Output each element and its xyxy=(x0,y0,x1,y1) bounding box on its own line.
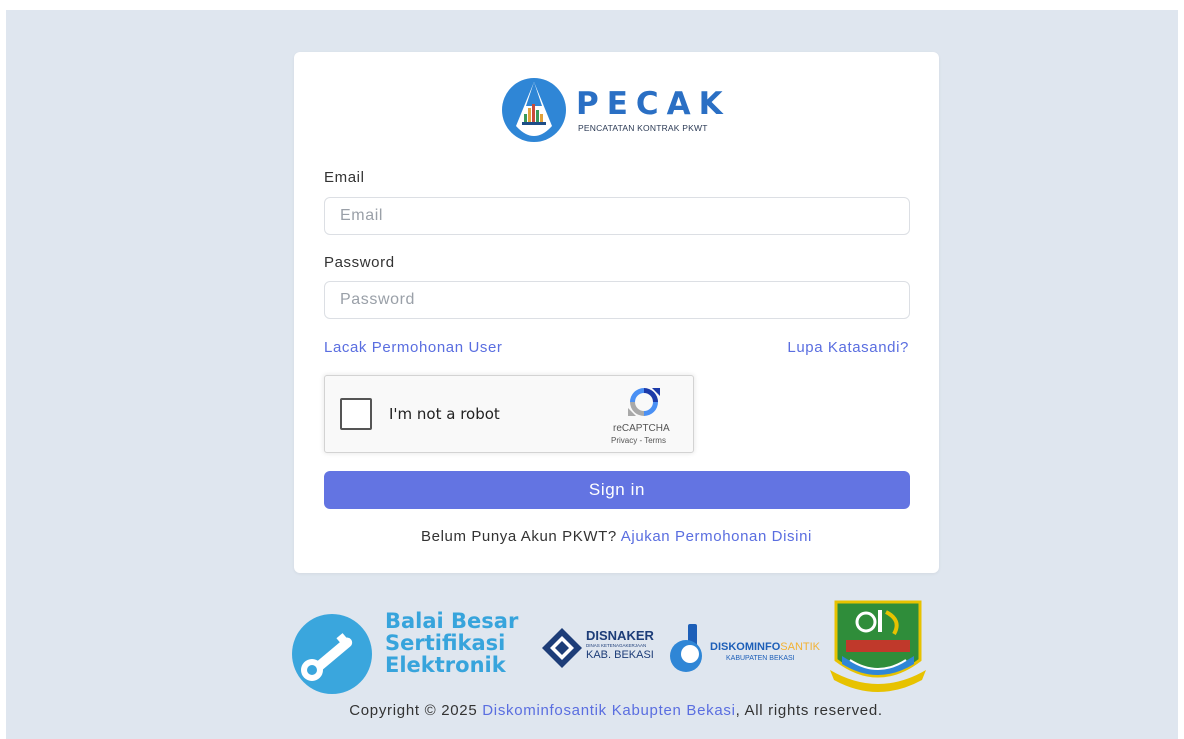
password-input[interactable] xyxy=(324,281,910,319)
copyright-link[interactable]: Diskominfosantik Kabupten Bekasi xyxy=(482,702,735,719)
email-input[interactable] xyxy=(324,197,910,235)
email-label: Email xyxy=(324,169,365,186)
sign-in-button[interactable]: Sign in xyxy=(324,471,910,509)
key-icon xyxy=(292,614,372,694)
bsre-name: Balai Besar Sertifikasi Elektronik xyxy=(385,609,519,677)
recaptcha-checkbox[interactable] xyxy=(340,398,372,430)
recaptcha-brand: reCAPTCHA xyxy=(613,423,670,434)
partner-logos: Balai Besar Sertifikasi Elektronik DISNA… xyxy=(288,598,928,698)
disnaker-region: KAB. BEKASI xyxy=(586,649,654,661)
copyright-prefix: Copyright © 2025 xyxy=(349,702,478,719)
copyright-footer: Copyright © 2025 Diskominfosantik Kabupt… xyxy=(0,702,1184,719)
disnaker-name: DISNAKER xyxy=(586,628,654,643)
signup-link[interactable]: Ajukan Permohonan Disini xyxy=(621,528,812,545)
password-label: Password xyxy=(324,254,395,271)
diskominfo-region: KABUPATEN BEKASI xyxy=(726,655,795,662)
recaptcha-terms-link[interactable]: Privacy - Terms xyxy=(611,436,666,445)
recaptcha-widget: I'm not a robot reCAPTCHA Privacy - Term… xyxy=(324,375,694,453)
login-card: PECAK PENCATATAN KONTRAK PKWT Email Pass… xyxy=(294,52,939,573)
disnaker-emblem-icon xyxy=(542,628,582,668)
recaptcha-icon xyxy=(628,388,660,416)
track-request-link[interactable]: Lacak Permohonan User xyxy=(324,339,503,356)
diskominfo-emblem-icon xyxy=(670,624,702,672)
pecak-logo-icon xyxy=(502,78,566,142)
disnaker-sub: DINAS KETENAGAKERJAAN xyxy=(586,643,647,648)
brand-tagline: PENCATATAN KONTRAK PKWT xyxy=(578,123,708,133)
brand-logo: PECAK PENCATATAN KONTRAK PKWT xyxy=(494,76,764,144)
signup-prompt-text: Belum Punya Akun PKWT? xyxy=(421,528,617,545)
forgot-password-link[interactable]: Lupa Katasandi? xyxy=(787,339,909,356)
diskominfo-name: DISKOMINFOSANTIK xyxy=(710,641,821,653)
recaptcha-label: I'm not a robot xyxy=(389,405,500,423)
signup-prompt: Belum Punya Akun PKWT? Ajukan Permohonan… xyxy=(294,528,939,545)
bekasi-crest-icon xyxy=(830,600,926,692)
brand-name: PECAK xyxy=(576,86,731,122)
copyright-suffix: , All rights reserved. xyxy=(735,702,883,719)
